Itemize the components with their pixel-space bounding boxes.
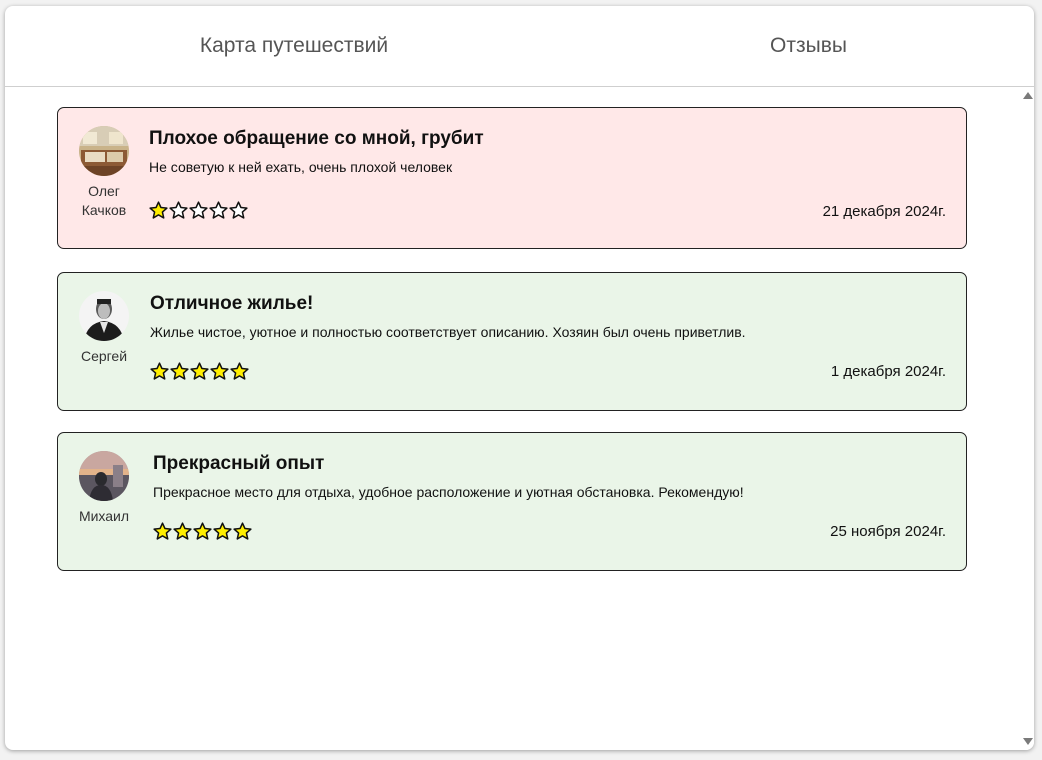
star-rating [153, 522, 252, 541]
review-title: Плохое обращение со мной, грубит [149, 128, 484, 149]
review-date: 1 декабря 2024г. [830, 363, 946, 380]
star-empty-icon [209, 201, 228, 219]
star-filled-icon [213, 522, 232, 540]
scrollbar[interactable] [1020, 87, 1034, 750]
review-card: Сергей Отличное жилье! Жилье чистое, уют… [57, 272, 967, 411]
review-title: Прекрасный опыт [153, 453, 325, 474]
review-author: Михаил [74, 451, 134, 526]
star-empty-icon [229, 201, 248, 219]
star-rating [149, 201, 248, 220]
author-name: Михаил [78, 508, 130, 524]
review-date: 21 декабря 2024г. [822, 203, 946, 220]
review-title: Отличное жилье! [150, 293, 314, 314]
tab-bar: Карта путешествий Отзывы [5, 6, 1034, 87]
tab-reviews[interactable]: Отзывы [583, 6, 1034, 86]
author-name: Сергей [80, 348, 128, 364]
avatar [79, 291, 129, 341]
review-text: Жилье чистое, уютное и полностью соответ… [150, 324, 746, 340]
review-author: Сергей [74, 291, 134, 366]
author-name: Олег Качков [81, 183, 127, 218]
scroll-up-arrow-icon[interactable] [1023, 92, 1033, 99]
scroll-down-arrow-icon[interactable] [1023, 738, 1033, 745]
review-card: Михаил Прекрасный опыт Прекрасное место … [57, 432, 967, 571]
star-empty-icon [169, 201, 188, 219]
review-card: Олег Качков Плохое обращение со мной, гр… [57, 107, 967, 249]
review-text: Не советую к ней ехать, очень плохой чел… [149, 159, 453, 175]
review-date: 25 ноября 2024г. [830, 523, 946, 540]
reviews-list: Олег Качков Плохое обращение со мной, гр… [5, 87, 1020, 750]
star-filled-icon [210, 362, 229, 380]
tab-travel-map[interactable]: Карта путешествий [5, 6, 583, 86]
star-rating [150, 362, 249, 381]
star-filled-icon [150, 362, 169, 380]
star-filled-icon [230, 362, 249, 380]
star-filled-icon [193, 522, 212, 540]
star-filled-icon [233, 522, 252, 540]
avatar [79, 451, 129, 501]
star-filled-icon [153, 522, 172, 540]
star-empty-icon [189, 201, 208, 219]
review-text: Прекрасное место для отдыха, удобное рас… [153, 484, 744, 500]
star-filled-icon [173, 522, 192, 540]
app-window: Карта путешествий Отзывы Олег Качков Пло… [5, 6, 1034, 750]
star-filled-icon [149, 201, 168, 219]
review-author: Олег Качков [74, 126, 134, 220]
star-filled-icon [170, 362, 189, 380]
avatar [79, 126, 129, 176]
star-filled-icon [190, 362, 209, 380]
